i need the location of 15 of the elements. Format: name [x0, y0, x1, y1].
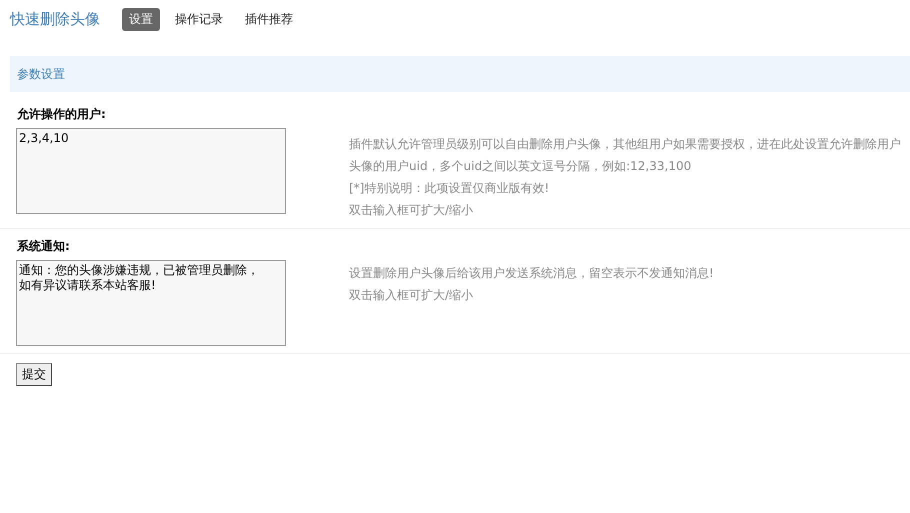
hint-text: [*]特别说明：此项设置仅商业版有效! — [349, 180, 550, 197]
tab[interactable]: 插件推荐 — [238, 8, 300, 31]
section-title: 参数设置 — [16, 66, 65, 82]
field-label: 系统通知: — [17, 239, 70, 253]
text-area[interactable]: 通知：您的头像涉嫌违规，已被管理员删除，如有异议请联系本站客服! — [16, 260, 286, 346]
hint-text: 双击输入框可扩大/缩小 — [349, 202, 474, 219]
page-title: 快速删除头像 — [10, 10, 100, 29]
hint-text: 双击输入框可扩大/缩小 — [349, 287, 474, 304]
field-label: 允许操作的用户: — [17, 107, 106, 121]
text-area[interactable]: 2,3,4,10 — [16, 128, 286, 214]
hint-text: 设置删除用户头像后给该用户发送系统消息，留空表示不发通知消息! — [349, 265, 715, 282]
tab[interactable]: 设置 — [122, 8, 160, 31]
submit-button[interactable]: 提交 — [16, 363, 52, 386]
tab[interactable]: 操作记录 — [168, 8, 230, 31]
hint-text: 插件默认允许管理员级别可以自由删除用户头像，其他组用户如果需要授权，进在此处设置允许删除用户头像的用户uid，多个uid之间以英文逗号分隔，例如:12,33,100 — [349, 136, 902, 175]
